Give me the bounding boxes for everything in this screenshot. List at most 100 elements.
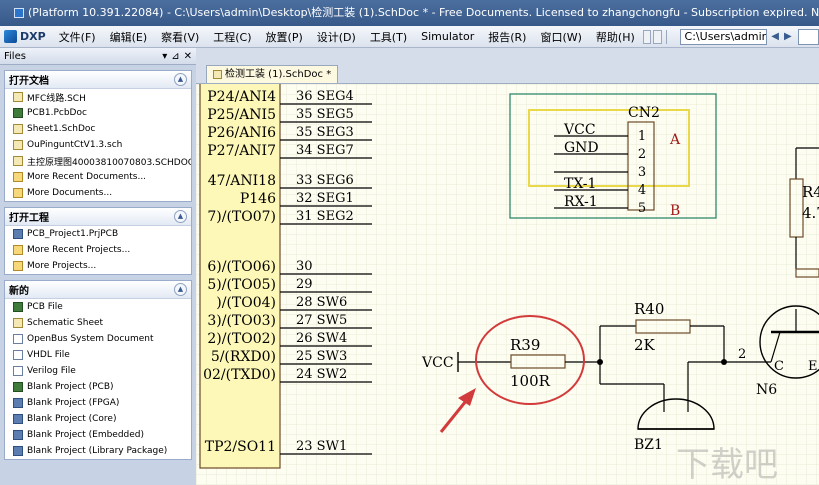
- open-projects-section: 打开工程 ▲ PCB_Project1.PrjPCB More Recent P…: [4, 207, 192, 275]
- folder-icon: [13, 245, 23, 255]
- section-header[interactable]: 打开工程 ▲: [5, 208, 191, 226]
- toolbar-divider: [666, 29, 667, 44]
- collapse-icon[interactable]: ▲: [174, 210, 187, 223]
- collapse-icon[interactable]: ▲: [174, 73, 187, 86]
- list-item[interactable]: More Documents...: [5, 185, 191, 201]
- menu-place[interactable]: 放置(P): [259, 29, 310, 45]
- grid-background: [196, 84, 819, 485]
- list-item[interactable]: 主控原理图40003810070803.SCHDOC: [5, 153, 191, 169]
- dxp-menu-button[interactable]: DXP: [0, 30, 52, 43]
- project-icon: [13, 229, 23, 239]
- ic-pin-label: 36 SEG4: [296, 89, 354, 104]
- schematic-icon: [13, 156, 23, 166]
- list-item[interactable]: Schematic Sheet: [5, 315, 191, 331]
- document-icon: [13, 366, 23, 376]
- menu-edit[interactable]: 编辑(E): [103, 29, 155, 45]
- ic-pin-name: P27/ANI7: [207, 143, 276, 159]
- list-item[interactable]: PCB_Project1.PrjPCB: [5, 226, 191, 242]
- ic-pin-name: 2)/(TO02): [207, 331, 276, 347]
- ic-pin-name: )/(TO04): [216, 295, 276, 311]
- ic-pin-label: 35 SEG3: [296, 125, 354, 140]
- ic-pin-name: 5/(RXD0): [211, 349, 276, 365]
- ic-pin-label: 26 SW4: [296, 331, 347, 346]
- ic-pin-name: P25/ANI5: [207, 107, 276, 123]
- dropdown-icon[interactable]: ▾: [162, 51, 167, 62]
- ic-pin-label: 23 SW1: [296, 439, 347, 454]
- section-header[interactable]: 新的 ▲: [5, 281, 191, 299]
- connector-pin-number: 3: [638, 165, 646, 180]
- pcb-icon: [13, 108, 23, 118]
- section-title: 新的: [9, 286, 29, 297]
- list-item[interactable]: VHDL File: [5, 347, 191, 363]
- menu-help[interactable]: 帮助(H): [589, 29, 642, 45]
- path-field[interactable]: C:\Users\admin\Desktop\检测工: [679, 28, 767, 45]
- save-icon[interactable]: [642, 29, 652, 44]
- open-icon[interactable]: [653, 29, 662, 44]
- list-item[interactable]: MFC线路.SCH: [5, 89, 191, 105]
- menu-reports[interactable]: 报告(R): [481, 29, 533, 45]
- menu-design[interactable]: 设计(D): [310, 29, 363, 45]
- ic-pin-label: 28 SW6: [296, 295, 347, 310]
- ic-pin-label: 29: [296, 277, 313, 292]
- menu-file[interactable]: 文件(F): [52, 29, 103, 45]
- ic-pin-label: 24 SW2: [296, 367, 347, 382]
- connector-label-a: A: [669, 132, 681, 148]
- list-item[interactable]: OpenBus System Document: [5, 331, 191, 347]
- list-item[interactable]: Blank Project (Embedded): [5, 427, 191, 443]
- schematic-icon: [13, 92, 23, 102]
- menu-view[interactable]: 察看(V): [154, 29, 206, 45]
- connector-net-label: RX-1: [564, 194, 598, 210]
- window-title: (Platform 10.391.22084) - C:\Users\admin…: [28, 6, 819, 19]
- menu-bar: DXP 文件(F) 编辑(E) 察看(V) 工程(C) 放置(P) 设计(D) …: [0, 26, 819, 48]
- list-item[interactable]: More Projects...: [5, 258, 191, 274]
- search-field[interactable]: [798, 28, 819, 45]
- list-item[interactable]: Blank Project (Library Package): [5, 443, 191, 459]
- collapse-icon[interactable]: ▲: [174, 283, 187, 296]
- connector-label-b: B: [670, 203, 680, 219]
- connector-pin-number: 2: [638, 147, 646, 162]
- menu-window[interactable]: 窗口(W): [533, 29, 588, 45]
- ic-pin-label: 25 SW3: [296, 349, 347, 364]
- connector-ref: CN2: [628, 105, 660, 121]
- schematic-drawing: P24/ANI4 36 SEG4P25/ANI5 35 SEG5P26/ANI6 35…: [196, 84, 819, 485]
- ic-pin-label: 32 SEG1: [296, 191, 354, 206]
- list-item[interactable]: PCB1.PcbDoc: [5, 105, 191, 121]
- pin-icon[interactable]: ⊿: [171, 51, 179, 62]
- list-item[interactable]: Blank Project (FPGA): [5, 395, 191, 411]
- menu-tools[interactable]: 工具(T): [363, 29, 414, 45]
- menu-project[interactable]: 工程(C): [206, 29, 258, 45]
- list-item[interactable]: More Recent Projects...: [5, 242, 191, 258]
- files-panel: Files ▾ ⊿ ✕ 打开文档 ▲ MFC线路.SCH PCB1.PcbDoc S…: [0, 48, 196, 485]
- ic-pin-name: 47/ANI18: [208, 173, 276, 189]
- ic-pin-name: 5)/(TO05): [207, 277, 276, 293]
- connector-pin-number: 1: [638, 129, 646, 144]
- dxp-logo-icon: [4, 30, 17, 43]
- tab-schematic-document[interactable]: 检测工装 (1).SchDoc *: [206, 65, 339, 83]
- r4-value: 4.7: [802, 204, 819, 222]
- transistor-pin-e: E: [808, 359, 818, 374]
- list-item[interactable]: OuPinguntCtV1.3.sch: [5, 137, 191, 153]
- back-icon[interactable]: ◀: [771, 30, 780, 44]
- close-icon[interactable]: ✕: [184, 51, 192, 62]
- list-item[interactable]: Verilog File: [5, 363, 191, 379]
- menu-simulator[interactable]: Simulator: [414, 30, 481, 43]
- list-item[interactable]: Blank Project (Core): [5, 411, 191, 427]
- ic-body[interactable]: [199, 84, 281, 469]
- list-item[interactable]: More Recent Documents...: [5, 169, 191, 185]
- vcc-label: VCC: [421, 355, 454, 371]
- ic-pin-label: 30: [296, 259, 313, 274]
- list-item[interactable]: Sheet1.SchDoc: [5, 121, 191, 137]
- watermark-logo: 下载吧: [676, 445, 778, 485]
- section-title: 打开文档: [9, 76, 49, 87]
- folder-icon: [13, 188, 23, 198]
- section-header[interactable]: 打开文档 ▲: [5, 71, 191, 89]
- schematic-canvas[interactable]: P24/ANI4 36 SEG4 P25/ANI5 35 SEG5 P26/ANI6 35…: [196, 84, 819, 485]
- ic-pin-name: 3)/(TO03): [207, 313, 276, 329]
- folder-icon: [13, 172, 23, 182]
- forward-icon[interactable]: ▶: [783, 30, 792, 44]
- ic-pin-name: TP2/SO11: [205, 439, 276, 455]
- list-item[interactable]: Blank Project (PCB): [5, 379, 191, 395]
- connector-net-label: VCC: [563, 122, 596, 138]
- transistor-ref: N6: [756, 382, 777, 398]
- list-item[interactable]: PCB File: [5, 299, 191, 315]
